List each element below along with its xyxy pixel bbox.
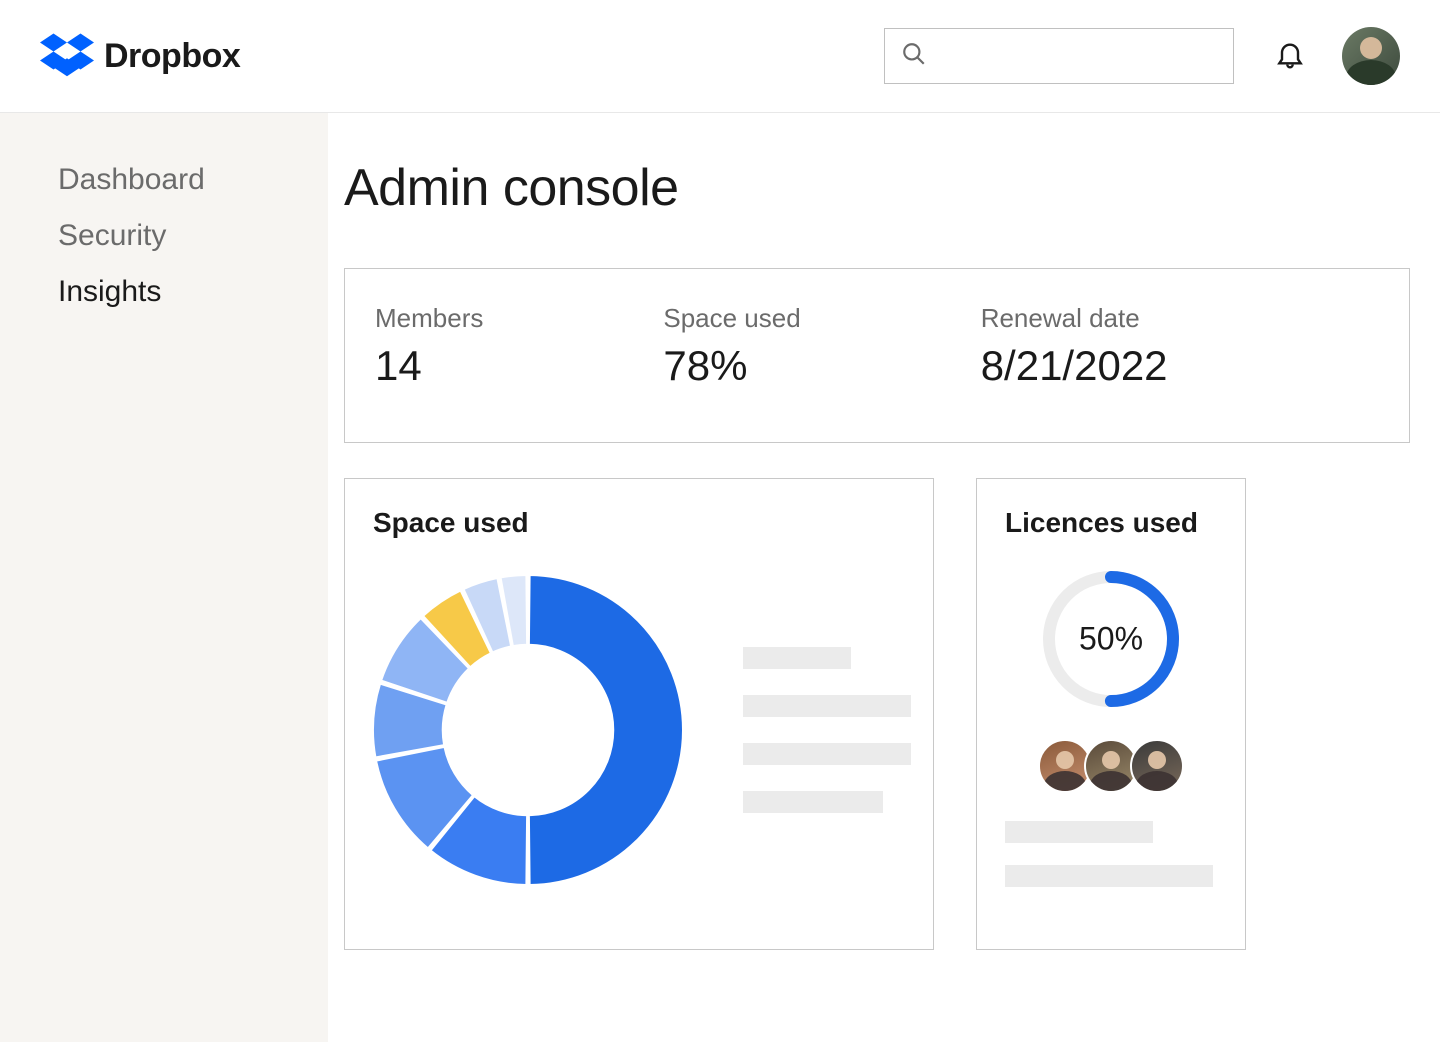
stat-space-used: Space used 78% [663, 303, 800, 390]
text-placeholder-line [1005, 821, 1153, 843]
search-field[interactable] [939, 46, 1217, 67]
licences-text-placeholder [1005, 821, 1217, 887]
licences-avatars [1005, 739, 1217, 793]
notifications-icon[interactable] [1274, 38, 1306, 75]
stat-value: 78% [663, 342, 800, 390]
legend-placeholder-line [743, 695, 911, 717]
sidebar-item-label: Security [58, 219, 166, 252]
sidebar: Dashboard Security Insights [0, 113, 328, 1042]
licences-used-card: Licences used 50% [976, 478, 1246, 950]
card-title: Space used [373, 507, 905, 539]
licences-progress-ring: 50% [1041, 569, 1181, 709]
stat-value: 8/21/2022 [981, 342, 1168, 390]
page-title: Admin console [344, 158, 1410, 218]
legend-placeholder-line [743, 743, 911, 765]
chart-legend-placeholder [743, 647, 911, 813]
sidebar-item-label: Insights [58, 275, 161, 308]
user-avatar[interactable] [1342, 27, 1400, 85]
legend-placeholder-line [743, 791, 883, 813]
legend-placeholder-line [743, 647, 851, 669]
search-input[interactable] [884, 28, 1234, 84]
member-avatar[interactable] [1130, 739, 1184, 793]
search-icon [901, 41, 927, 72]
sidebar-item-label: Dashboard [58, 163, 205, 196]
space-used-donut-chart [373, 575, 683, 885]
main-content: Admin console Members 14 Space used 78% … [328, 113, 1440, 1042]
summary-stats-card: Members 14 Space used 78% Renewal date 8… [344, 268, 1410, 443]
app-header: Dropbox [0, 0, 1440, 113]
stat-members: Members 14 [375, 303, 483, 390]
card-title: Licences used [1005, 507, 1217, 539]
stat-renewal-date: Renewal date 8/21/2022 [981, 303, 1168, 390]
stat-label: Renewal date [981, 303, 1168, 334]
brand-name: Dropbox [104, 37, 240, 76]
dropbox-icon [40, 33, 94, 79]
brand-logo[interactable]: Dropbox [40, 33, 240, 79]
sidebar-item-security[interactable]: Security [58, 219, 328, 253]
sidebar-item-insights[interactable]: Insights [58, 275, 328, 309]
sidebar-item-dashboard[interactable]: Dashboard [58, 163, 328, 197]
stat-label: Members [375, 303, 483, 334]
licences-percent-label: 50% [1079, 621, 1143, 658]
space-used-card: Space used [344, 478, 934, 950]
text-placeholder-line [1005, 865, 1213, 887]
stat-label: Space used [663, 303, 800, 334]
stat-value: 14 [375, 342, 483, 390]
